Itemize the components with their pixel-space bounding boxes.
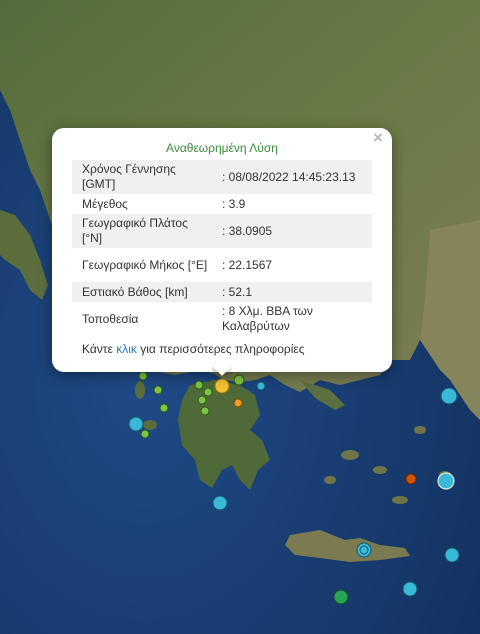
earthquake-marker[interactable] bbox=[405, 473, 417, 485]
earthquake-marker[interactable] bbox=[437, 472, 455, 490]
earthquake-marker[interactable] bbox=[233, 374, 245, 386]
row-label: Μέγεθος bbox=[82, 196, 128, 211]
row-value: : 3.9 bbox=[222, 196, 246, 211]
table-row: Τοποθεσία : 8 Χλμ. ΒΒΑ των Καλαβρύτων bbox=[72, 302, 372, 336]
island bbox=[135, 381, 145, 399]
table-row: Χρόνος Γέννησης [GMT] : 08/08/2022 14:45… bbox=[72, 160, 372, 194]
table-row: Γεωγραφικό Μήκος [°E] : 22.1567 bbox=[72, 248, 372, 282]
earthquake-marker[interactable] bbox=[159, 403, 169, 413]
earthquake-marker[interactable] bbox=[356, 542, 372, 558]
earthquake-marker[interactable] bbox=[444, 547, 460, 563]
row-value: : 38.0905 bbox=[222, 223, 273, 238]
earthquake-marker[interactable] bbox=[212, 495, 228, 511]
row-value: : 22.1567 bbox=[222, 257, 273, 272]
earthquake-marker[interactable] bbox=[153, 385, 163, 395]
earthquake-marker[interactable] bbox=[200, 406, 210, 416]
close-icon[interactable]: × bbox=[370, 129, 386, 146]
row-label: Γεωγραφικό Πλάτος [°N] bbox=[82, 216, 188, 245]
row-label: Γεωγραφικό Μήκος [°E] bbox=[82, 257, 208, 272]
event-details-table: Χρόνος Γέννησης [GMT] : 08/08/2022 14:45… bbox=[72, 160, 372, 336]
table-row: Γεωγραφικό Πλάτος [°N] : 38.0905 bbox=[72, 214, 372, 248]
island bbox=[324, 476, 336, 484]
earthquake-marker[interactable] bbox=[233, 398, 243, 408]
popup-tip bbox=[212, 367, 232, 379]
earthquake-marker[interactable] bbox=[203, 387, 213, 397]
more-info-prefix: Κάντε bbox=[82, 342, 117, 356]
island bbox=[392, 496, 408, 504]
row-value: : 08/08/2022 14:45:23.13 bbox=[222, 169, 356, 184]
row-value: : 52.1 bbox=[222, 284, 253, 299]
earthquake-marker[interactable] bbox=[214, 378, 230, 394]
row-label: Εστιακό Βάθος [km] bbox=[82, 284, 188, 299]
row-label: Χρόνος Γέννησης [GMT] bbox=[82, 162, 176, 191]
earthquake-marker[interactable] bbox=[194, 380, 204, 390]
earthquake-marker[interactable] bbox=[197, 395, 207, 405]
earthquake-marker[interactable] bbox=[138, 371, 148, 381]
island bbox=[143, 420, 157, 430]
earthquake-marker[interactable] bbox=[256, 381, 266, 391]
more-info-suffix: για περισσότερες πληροφορίες bbox=[136, 342, 305, 356]
more-info-text: Κάντε κλικ για περισσότερες πληροφορίες bbox=[82, 342, 305, 356]
table-row: Εστιακό Βάθος [km] : 52.1 bbox=[72, 282, 372, 302]
earthquake-marker[interactable] bbox=[440, 387, 458, 405]
row-value: : 8 Χλμ. ΒΒΑ των Καλαβρύτων bbox=[222, 304, 313, 333]
popup-title: Αναθεωρημένη Λύση bbox=[166, 141, 278, 155]
island bbox=[341, 450, 359, 460]
row-label: Τοποθεσία bbox=[82, 311, 139, 326]
table-row: Μέγεθος : 3.9 bbox=[72, 194, 372, 214]
earthquake-popup: × Αναθεωρημένη Λύση Χρόνος Γέννησης [GMT… bbox=[52, 128, 392, 372]
island bbox=[373, 466, 387, 474]
earthquake-marker[interactable] bbox=[140, 429, 150, 439]
island bbox=[414, 426, 426, 434]
earthquake-marker[interactable] bbox=[333, 589, 349, 605]
earthquake-marker[interactable] bbox=[128, 416, 144, 432]
earthquake-marker[interactable] bbox=[402, 581, 418, 597]
more-info-link[interactable]: κλικ bbox=[116, 342, 137, 356]
